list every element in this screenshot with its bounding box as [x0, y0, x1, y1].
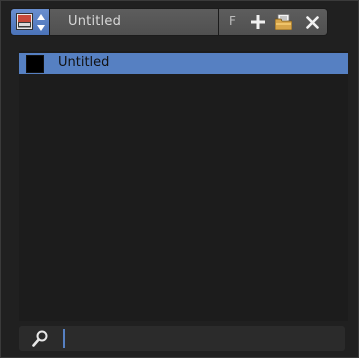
fake-user-label: F	[229, 14, 236, 28]
image-list: Untitled	[19, 51, 348, 321]
search-icon	[32, 330, 48, 347]
plus-icon	[251, 15, 265, 29]
image-name-text: Untitled	[68, 14, 122, 29]
id-block-header: Untitled F	[10, 8, 328, 36]
close-icon	[306, 16, 319, 29]
open-image-button[interactable]	[270, 8, 297, 36]
filter-bar	[19, 326, 345, 351]
folder-open-icon	[275, 14, 292, 30]
text-cursor	[63, 329, 65, 348]
list-item-label: Untitled	[58, 55, 110, 70]
image-name-field[interactable]: Untitled	[50, 8, 218, 36]
image-browser-panel: Untitled F Untitled	[0, 0, 359, 358]
list-item[interactable]: Untitled	[19, 53, 348, 74]
image-browse-icon	[16, 13, 33, 30]
unlink-image-button[interactable]	[297, 8, 328, 36]
new-image-button[interactable]	[246, 8, 270, 36]
browse-image-button[interactable]	[10, 8, 50, 36]
updown-arrows-icon	[37, 14, 45, 31]
image-swatch	[26, 55, 44, 73]
fake-user-button[interactable]: F	[218, 8, 246, 36]
search-input[interactable]	[67, 329, 337, 348]
